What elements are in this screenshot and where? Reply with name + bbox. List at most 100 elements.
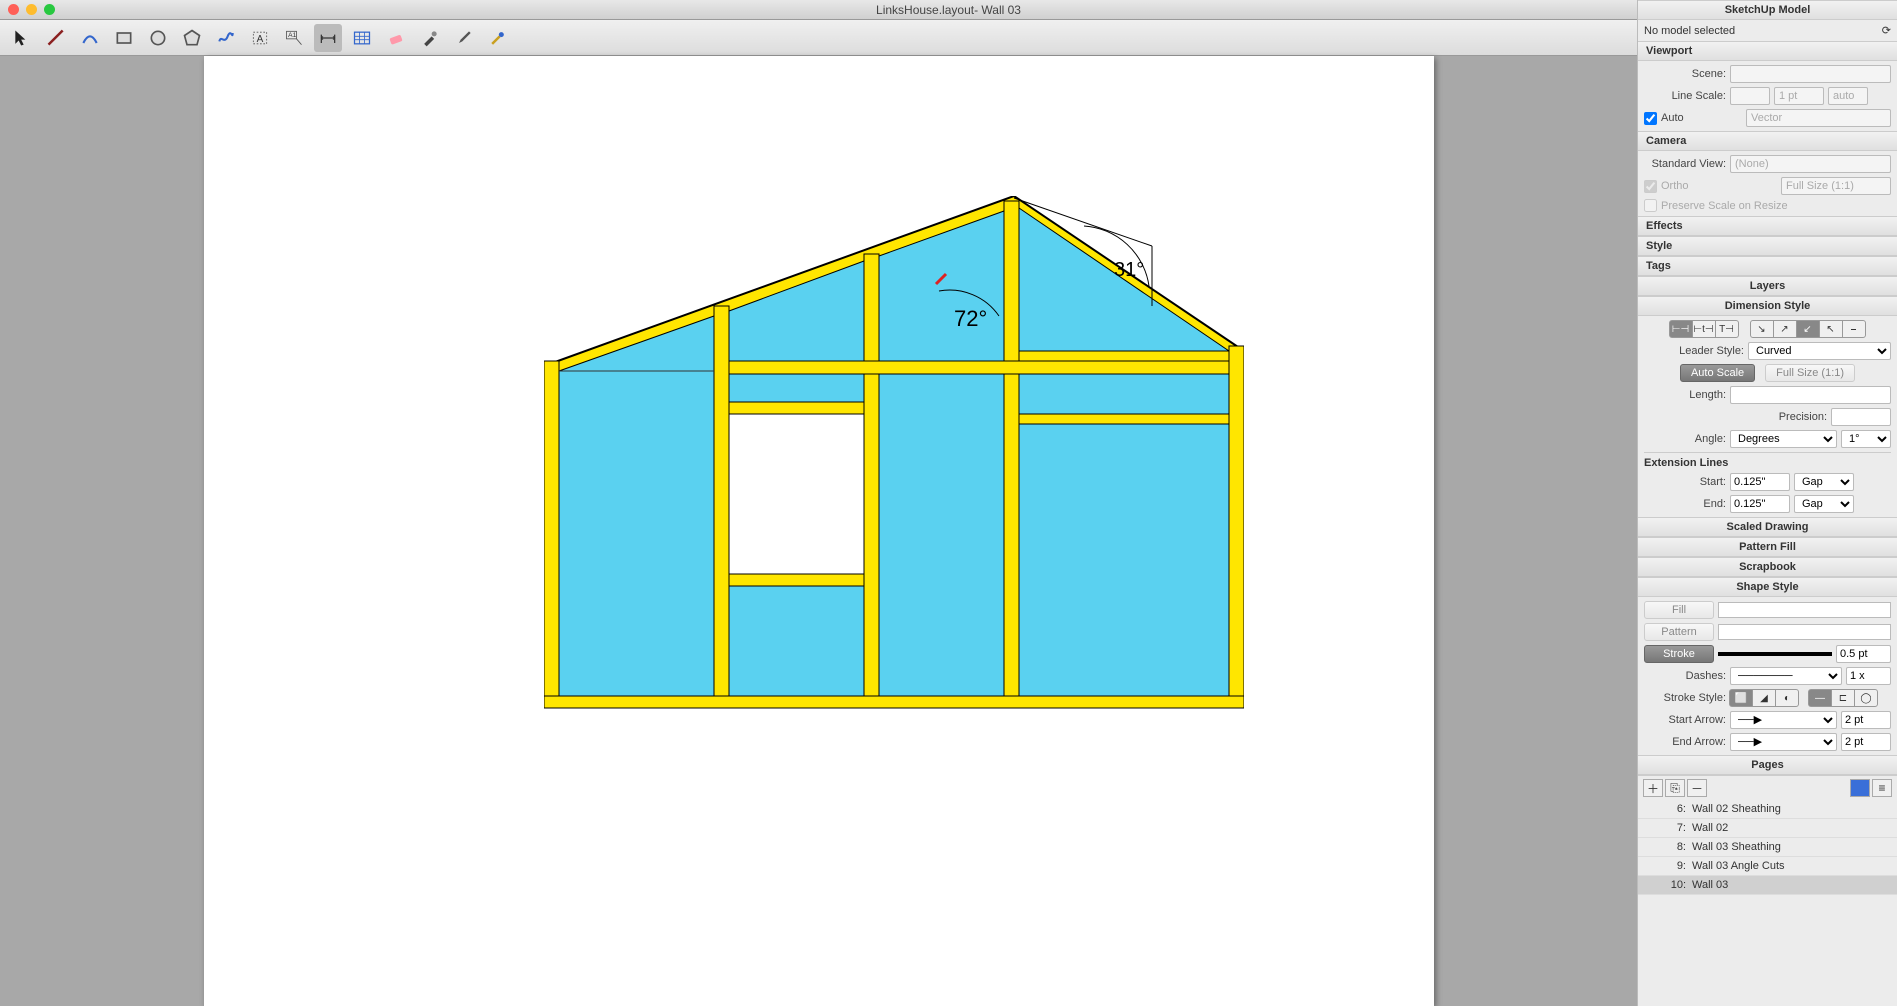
dim-text-placement[interactable]: ⊢⊣⊢t⊣T⊣ xyxy=(1670,320,1739,338)
page-view-toggle[interactable] xyxy=(1850,779,1870,797)
split-tool[interactable] xyxy=(484,24,512,52)
window-title: LinksHouse.layout- Wall 03 xyxy=(876,3,1021,17)
leader-label: Leader Style: xyxy=(1644,345,1744,357)
render-mode[interactable]: Vector xyxy=(1746,109,1891,127)
stdview-label: Standard View: xyxy=(1644,158,1726,170)
style-tool[interactable] xyxy=(416,24,444,52)
ext-start-label: Start: xyxy=(1644,476,1726,488)
layers-header[interactable]: Layers xyxy=(1638,276,1897,296)
eyedropper-tool[interactable] xyxy=(450,24,478,52)
circle-tool[interactable] xyxy=(144,24,172,52)
leader-select[interactable]: Curved xyxy=(1748,342,1891,360)
patternfill-header[interactable]: Pattern Fill xyxy=(1638,537,1897,557)
zoom-icon[interactable] xyxy=(44,4,55,15)
label-tool[interactable]: A1 xyxy=(280,24,308,52)
linescale-num[interactable] xyxy=(1730,87,1770,105)
add-page-button[interactable]: ＋ xyxy=(1643,779,1663,797)
stroke-button[interactable]: Stroke xyxy=(1644,645,1714,663)
table-tool[interactable] xyxy=(348,24,376,52)
stroke-width[interactable] xyxy=(1836,645,1891,663)
scaled-header[interactable]: Scaled Drawing xyxy=(1638,517,1897,537)
page-list-toggle[interactable]: ≡ xyxy=(1872,779,1892,797)
ext-end-value[interactable] xyxy=(1730,495,1790,513)
ortho-checkbox: Ortho xyxy=(1644,180,1726,193)
drawing-wall: 72° 31° xyxy=(544,196,1244,736)
pages-list: 6:Wall 02 Sheathing 7:Wall 02 8:Wall 03 … xyxy=(1638,800,1897,895)
angle-outer-label: 31° xyxy=(1114,259,1144,281)
linescale-pt[interactable]: 1 pt xyxy=(1774,87,1824,105)
fullsize-field: Full Size (1:1) xyxy=(1781,177,1891,195)
preserve-checkbox: Preserve Scale on Resize xyxy=(1644,199,1788,212)
model-panel-header[interactable]: SketchUp Model xyxy=(1638,0,1897,20)
fill-button[interactable]: Fill xyxy=(1644,601,1714,619)
page-item[interactable]: 8:Wall 03 Sheathing xyxy=(1638,838,1897,857)
linescale-label: Line Scale: xyxy=(1644,90,1726,102)
fullsize-button[interactable]: Full Size (1:1) xyxy=(1765,364,1855,382)
arc-tool[interactable] xyxy=(76,24,104,52)
refresh-icon[interactable]: ⟳ xyxy=(1882,24,1891,37)
endarrow-size[interactable] xyxy=(1841,733,1891,751)
shapestyle-header[interactable]: Shape Style xyxy=(1638,577,1897,597)
page-item[interactable]: 6:Wall 02 Sheathing xyxy=(1638,800,1897,819)
tags-header[interactable]: Tags xyxy=(1638,256,1897,276)
svg-text:A1: A1 xyxy=(288,32,296,39)
fill-swatch[interactable] xyxy=(1718,602,1891,618)
freehand-tool[interactable] xyxy=(212,24,240,52)
dimension-tool[interactable] xyxy=(314,24,342,52)
camera-header: Camera xyxy=(1638,131,1897,151)
precision-label: Precision: xyxy=(1644,411,1827,423)
dim-align[interactable]: ↘↗↙↖⎯ xyxy=(1751,320,1866,338)
page-item[interactable]: 9:Wall 03 Angle Cuts xyxy=(1638,857,1897,876)
style-header[interactable]: Style xyxy=(1638,236,1897,256)
extlines-header: Extension Lines xyxy=(1644,455,1891,471)
dashes-label: Dashes: xyxy=(1644,670,1726,682)
remove-page-button[interactable]: － xyxy=(1687,779,1707,797)
page-item[interactable]: 10:Wall 03 xyxy=(1638,876,1897,895)
ext-end-label: End: xyxy=(1644,498,1726,510)
endarrow-select[interactable]: ──▶ xyxy=(1730,733,1837,751)
eraser-tool[interactable] xyxy=(382,24,410,52)
pattern-button[interactable]: Pattern xyxy=(1644,623,1714,641)
length-label: Length: xyxy=(1644,389,1726,401)
select-tool[interactable] xyxy=(8,24,36,52)
linescale-auto[interactable]: auto xyxy=(1828,87,1868,105)
startarrow-label: Start Arrow: xyxy=(1644,714,1726,726)
close-icon[interactable] xyxy=(8,4,19,15)
window-controls xyxy=(8,4,55,15)
auto-checkbox[interactable]: Auto xyxy=(1644,112,1726,125)
svg-text:A: A xyxy=(257,34,264,45)
length-field[interactable] xyxy=(1730,386,1891,404)
ext-end-gap[interactable]: Gap xyxy=(1794,495,1854,513)
text-tool[interactable]: A xyxy=(246,24,274,52)
stdview-field[interactable]: (None) xyxy=(1730,155,1891,173)
scene-field[interactable] xyxy=(1730,65,1891,83)
line-tool[interactable] xyxy=(42,24,70,52)
dashes-scale[interactable] xyxy=(1846,667,1891,685)
scrapbook-header[interactable]: Scrapbook xyxy=(1638,557,1897,577)
autoscale-button[interactable]: Auto Scale xyxy=(1680,364,1755,382)
precision-field[interactable] xyxy=(1831,408,1891,426)
startarrow-size[interactable] xyxy=(1841,711,1891,729)
angle-precision[interactable]: 1° xyxy=(1841,430,1891,448)
ext-start-value[interactable] xyxy=(1730,473,1790,491)
dimstyle-header[interactable]: Dimension Style xyxy=(1638,296,1897,316)
page-item[interactable]: 7:Wall 02 xyxy=(1638,819,1897,838)
corner-style[interactable]: ⬜◢◐ xyxy=(1730,689,1799,707)
pattern-swatch[interactable] xyxy=(1718,624,1891,640)
no-model-label: No model selected xyxy=(1644,25,1878,37)
effects-header[interactable]: Effects xyxy=(1638,216,1897,236)
minimize-icon[interactable] xyxy=(26,4,37,15)
stroke-preview xyxy=(1718,652,1832,656)
dashes-select[interactable]: ─────── xyxy=(1730,667,1842,685)
paper[interactable]: 72° 31° xyxy=(204,56,1434,1006)
rectangle-tool[interactable] xyxy=(110,24,138,52)
canvas-stage: 72° 31° xyxy=(0,56,1637,1006)
angle-unit-select[interactable]: Degrees xyxy=(1730,430,1837,448)
inspector-panel: SketchUp Model No model selected ⟳ Viewp… xyxy=(1637,0,1897,1006)
duplicate-page-button[interactable]: ⎘ xyxy=(1665,779,1685,797)
pages-header[interactable]: Pages xyxy=(1638,755,1897,775)
ext-start-gap[interactable]: Gap xyxy=(1794,473,1854,491)
polygon-tool[interactable] xyxy=(178,24,206,52)
cap-style[interactable]: —⊏◯ xyxy=(1809,689,1878,707)
startarrow-select[interactable]: ──▶ xyxy=(1730,711,1837,729)
